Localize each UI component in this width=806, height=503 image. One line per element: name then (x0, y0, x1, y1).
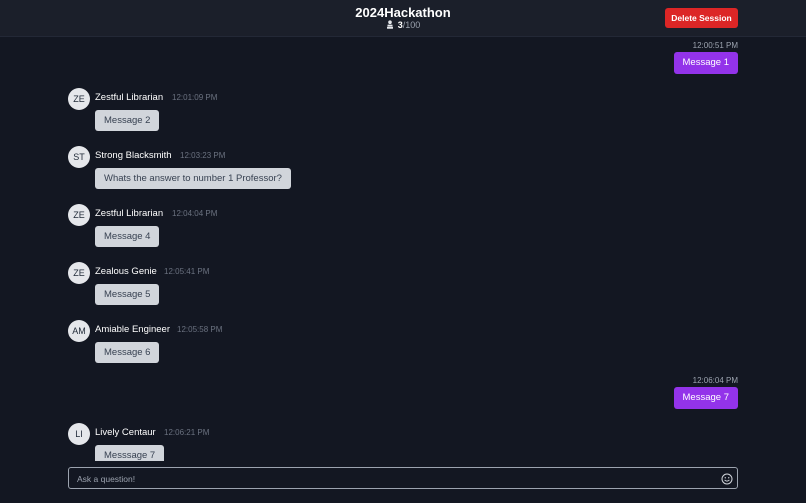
message-author: Zestful Librarian (95, 208, 164, 219)
message-bubble: Message 2 (95, 110, 160, 131)
message-time: 12:05:58 PM (177, 325, 223, 334)
avatar: ZE (68, 204, 90, 226)
message-author: Zestful Librarian (95, 92, 164, 103)
message-time: 12:01:09 PM (172, 93, 218, 102)
delete-session-button[interactable]: Delete Session (665, 8, 738, 28)
own-message-bubble: Message 1 (673, 52, 738, 74)
message-time: 12:05:41 PM (164, 267, 210, 276)
message-time: 12:06:21 PM (164, 428, 210, 437)
avatar: AM (68, 320, 90, 342)
message-bubble: Whats the answer to number 1 Professor? (95, 168, 291, 189)
message-time: 12:04:04 PM (172, 209, 218, 218)
smiley-face-icon[interactable] (721, 472, 733, 485)
message-author: Amiable Engineer (95, 324, 170, 335)
session-header: 2024Hackathon 3/100 Delete Session (0, 0, 806, 37)
message-time: 12:03:23 PM (180, 151, 226, 160)
message-author: Lively Centaur (95, 427, 156, 438)
avatar: ZE (68, 88, 90, 110)
avatar: LI (68, 423, 90, 445)
message-author: Zealous Genie (95, 266, 157, 277)
own-message-time: 12:06:04 PM (692, 376, 738, 385)
message-author: Strong Blacksmith (95, 150, 172, 161)
own-message-time: 12:00:51 PM (692, 41, 738, 50)
own-message-bubble: Message 7 (673, 387, 738, 409)
question-input[interactable] (75, 468, 719, 490)
avatar: ZE (68, 262, 90, 284)
users-icon (386, 20, 394, 31)
question-input-box (68, 467, 738, 490)
message-bubble: Message 6 (95, 342, 160, 363)
message-bubble: Message 4 (95, 226, 160, 247)
participant-max: /100 (402, 20, 421, 30)
message-bubble: Message 5 (95, 284, 160, 305)
avatar: ST (68, 146, 90, 168)
